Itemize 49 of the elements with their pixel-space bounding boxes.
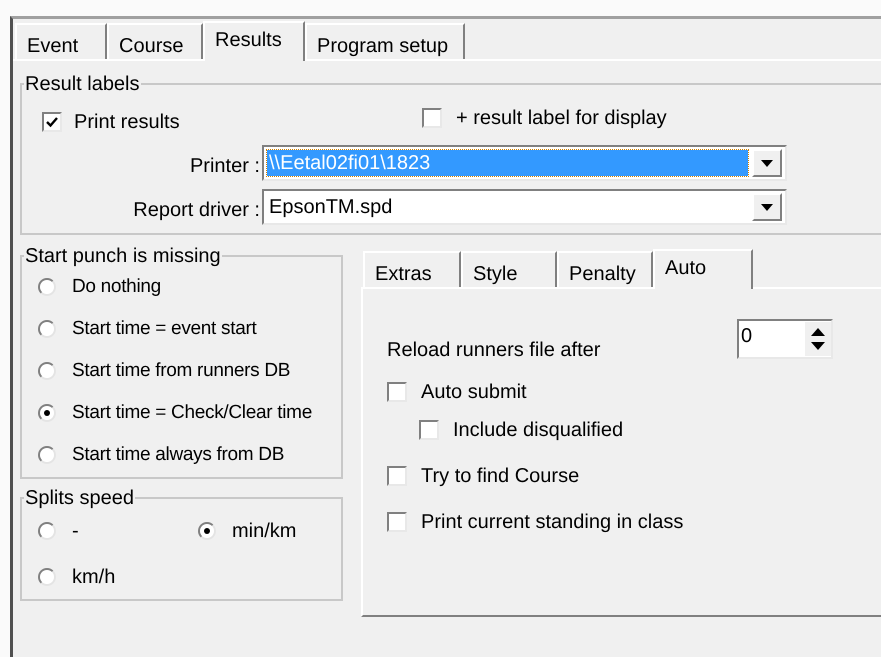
radio-label: Start time always from DB	[72, 442, 284, 467]
checkmark-icon	[45, 115, 59, 129]
dropdown-value: EpsonTM.spd	[268, 195, 394, 220]
tab[interactable]: Auto	[653, 249, 753, 289]
group-title: Splits speed	[24, 486, 135, 511]
checkbox[interactable]	[419, 420, 439, 440]
radio-label: Start time = Check/Clear time	[72, 400, 312, 425]
radio-button[interactable]	[38, 568, 56, 586]
radio-button[interactable]	[38, 362, 56, 380]
radio-label: min/km	[232, 519, 296, 544]
tab[interactable]: Results	[203, 21, 305, 61]
checkbox[interactable]	[387, 382, 407, 402]
group-title: Start punch is missing	[24, 244, 222, 269]
radio-button[interactable]	[38, 320, 56, 338]
radio-button[interactable]	[38, 278, 56, 296]
tab[interactable]: Extras	[363, 251, 461, 287]
checkbox[interactable]	[422, 108, 442, 128]
radio-button[interactable]	[198, 522, 216, 540]
checkbox-label: + result label for display	[456, 106, 667, 131]
tab[interactable]: Penalty	[557, 251, 653, 287]
checkbox[interactable]	[387, 466, 407, 486]
radio-label: Do nothing	[72, 274, 161, 299]
number-spinner[interactable]: 0	[737, 319, 833, 359]
checkbox[interactable]	[387, 512, 407, 532]
field-label: Report driver :	[132, 198, 261, 223]
checkbox-label: Include disqualified	[453, 418, 624, 443]
checkbox-label: Try to find Course	[421, 464, 580, 489]
tab[interactable]: Event	[15, 23, 107, 59]
checkbox-label: Print results	[74, 110, 180, 135]
checkbox-label: Auto submit	[421, 380, 527, 405]
radio-button[interactable]	[38, 404, 56, 422]
radio-label: Start time from runners DB	[72, 358, 290, 383]
field-label: Printer :	[188, 154, 261, 179]
tab[interactable]: Course	[107, 23, 203, 59]
dropdown-value: \\Eetal02fi01\1823	[267, 150, 748, 176]
checkbox-label: Print current standing in class	[421, 510, 684, 535]
radio-label: -	[72, 519, 79, 544]
dropdown[interactable]: EpsonTM.spd	[262, 189, 787, 225]
group-title: Result labels	[24, 72, 141, 97]
reload-label: Reload runners file after	[387, 338, 602, 363]
checkbox[interactable]	[42, 112, 62, 132]
radio-label: km/h	[72, 565, 116, 590]
radio-button[interactable]	[38, 522, 56, 540]
radio-label: Start time = event start	[72, 316, 256, 341]
up-down-arrows-icon[interactable]	[805, 322, 831, 356]
tab[interactable]: Program setup	[305, 23, 465, 59]
spinner-value: 0	[740, 324, 754, 349]
tab[interactable]: Style	[461, 251, 557, 287]
radio-button[interactable]	[38, 446, 56, 464]
